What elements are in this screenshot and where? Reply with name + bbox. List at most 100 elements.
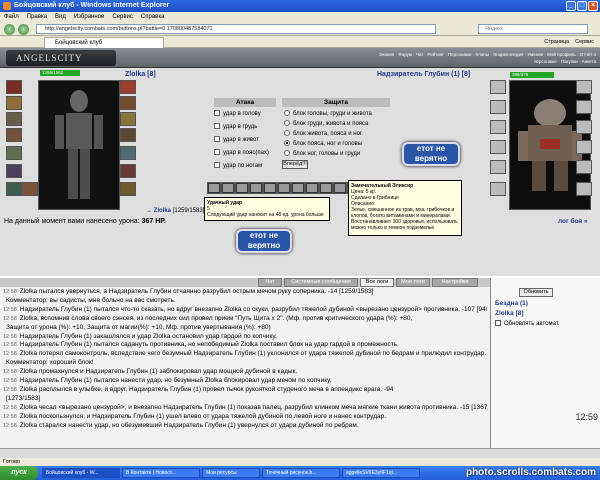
tab-system[interactable]: Системные сообщения (284, 278, 358, 287)
log-timestamp: 12:58 (3, 306, 17, 313)
chat-input-bar[interactable] (0, 448, 600, 458)
damage-summary: На данный момент вами нанесено урона: 36… (4, 218, 166, 225)
fight-link[interactable]: → Zlolka [1259/1583] (146, 208, 204, 214)
log-text: Zlolka пытался увернуться, а Надзиратель… (19, 288, 374, 295)
page-menu[interactable]: Страница (544, 37, 569, 47)
log-line: 12:58 Zlolka пытался увернуться, а Надзир… (3, 288, 487, 297)
slot-weapon[interactable] (6, 112, 22, 126)
tab-settings[interactable]: Настройки (432, 278, 478, 287)
menu-help[interactable]: Справка (141, 12, 165, 22)
tools-menu[interactable]: Сервис (575, 37, 594, 47)
refresh-button[interactable]: Обновить (519, 288, 553, 297)
left-player-name[interactable]: Zlolka [8] (125, 71, 156, 78)
slot-offhand[interactable] (120, 112, 136, 126)
tab-chat[interactable]: Чат (258, 278, 282, 287)
slot-cloak[interactable] (120, 182, 136, 196)
attack-belly[interactable]: удар в живот (214, 136, 259, 144)
slot-boots[interactable] (6, 182, 22, 196)
ability-icon-9[interactable] (320, 183, 332, 193)
slot-shield[interactable] (22, 182, 38, 196)
attack-head[interactable]: удар в голову (214, 110, 261, 118)
tab-my-logs[interactable]: Мои логи (396, 278, 430, 287)
right-slot-9[interactable] (576, 120, 592, 134)
location-player[interactable]: Zlolka [8] (495, 310, 524, 317)
defense-option-1[interactable]: блок головы, груди и живота (284, 110, 372, 118)
menu-view[interactable]: Вид (55, 12, 66, 22)
ability-icon-1[interactable] (208, 183, 220, 193)
auto-refresh[interactable]: Обновлять автомат. (495, 320, 560, 327)
right-slot-4[interactable] (490, 140, 506, 154)
menu-file[interactable]: Файл (4, 12, 19, 22)
ability-icon-4[interactable] (250, 183, 262, 193)
right-slot-3[interactable] (490, 120, 506, 134)
log-text: Zlolka потерял самоконтроль, вследствие … (19, 350, 487, 358)
minimize-button[interactable]: _ (566, 1, 576, 11)
slot-helmet[interactable] (6, 80, 22, 94)
attack-chest[interactable]: удар в грудь (214, 123, 257, 131)
watermark: photo.scrolls.combats.com (465, 467, 596, 478)
slot-legs[interactable] (120, 128, 136, 142)
attack-groin[interactable]: удар в пояс(пах) (214, 149, 269, 157)
right-slot-7[interactable] (576, 80, 592, 94)
log-line: 12:58 Надзиратель Глубин (1) пытался что-… (3, 306, 487, 315)
right-slot-12[interactable] (576, 182, 592, 196)
slot-amulet[interactable] (6, 96, 22, 110)
log-timestamp: 12:58 (3, 422, 17, 429)
right-slot-6[interactable] (490, 182, 506, 196)
game-nav[interactable]: Знания · Форум · Чат · Рейтинг · Персона… (376, 51, 596, 65)
log-link[interactable]: лог боя » (558, 218, 588, 225)
tooltip-lucky-strike: Удачный удар 5 Следующий удар наносит на… (204, 197, 330, 221)
right-slot-8[interactable] (576, 100, 592, 114)
taskbar-item-5[interactable]: aggelleSVIIE3yIIF1ql... (342, 468, 420, 478)
log-line: 12:58 Zlolka потерял самоконтроль, вследс… (3, 350, 487, 359)
taskbar-item-2[interactable]: В Контакте | Новост... (122, 468, 200, 478)
slot-bracer[interactable] (120, 96, 136, 110)
taskbar-item-4[interactable]: Точечный рисунок.b... (262, 468, 340, 478)
right-slot-1[interactable] (490, 80, 506, 94)
menu-edit[interactable]: Правка (27, 12, 47, 22)
ability-icon-3[interactable] (236, 183, 248, 193)
slot-necklace[interactable] (120, 164, 136, 178)
log-line: 12:58 Zlolka, вспомнив слова своего сэнсе… (3, 315, 487, 324)
right-slot-10[interactable] (576, 140, 592, 154)
taskbar-item-1[interactable]: Бойцовский клуб - W... (42, 468, 120, 478)
right-hp-bar: 389/375 (510, 72, 554, 78)
slot-gloves[interactable] (120, 80, 136, 94)
slot-armor[interactable] (6, 128, 22, 142)
ability-icon-6[interactable] (278, 183, 290, 193)
ability-icon-5[interactable] (264, 183, 276, 193)
search-input[interactable]: Яндекс (478, 24, 588, 34)
maximize-button[interactable]: □ (577, 1, 587, 11)
ability-icon-10[interactable] (334, 183, 346, 193)
ability-icon-2[interactable] (222, 183, 234, 193)
right-slot-2[interactable] (490, 100, 506, 114)
slot-earring[interactable] (120, 146, 136, 160)
defense-option-5[interactable]: блок ног, головы и груди (284, 150, 360, 158)
go-button[interactable]: Вперёд!!! (282, 160, 308, 169)
close-button[interactable]: × (588, 1, 598, 11)
auto-refresh-checkbox[interactable] (495, 320, 501, 326)
log-timestamp: 12:58 (3, 351, 17, 358)
url-field[interactable]: http://angelscity.combats.com/buttons.pl… (36, 24, 436, 34)
ability-icon-8[interactable] (306, 183, 318, 193)
defense-option-3[interactable]: блок живота, пояса и ног (284, 130, 362, 138)
menu-tools[interactable]: Сервис (112, 12, 133, 22)
right-slot-5[interactable] (490, 160, 506, 174)
right-slot-11[interactable] (576, 160, 592, 174)
start-button[interactable]: пуск (0, 466, 38, 480)
log-text: Zlolka, вспомнив слова своего сэнсея, из… (19, 314, 413, 322)
back-button[interactable]: ‹ (4, 24, 15, 35)
attack-legs[interactable]: удар по ногам (214, 162, 262, 170)
forward-button[interactable]: › (18, 24, 29, 35)
taskbar-item-3[interactable]: Мои ресурсы (202, 468, 260, 478)
right-player-name[interactable]: Надзиратель Глубин (1) [8] (377, 71, 470, 78)
ability-icon-7[interactable] (292, 183, 304, 193)
slot-ring[interactable] (6, 164, 22, 178)
menu-favorites[interactable]: Избранное (74, 12, 104, 22)
log-timestamp: 12:58 (3, 289, 17, 295)
defense-option-2[interactable]: блок груди, живота и пояса (284, 120, 368, 128)
slot-belt[interactable] (6, 146, 22, 160)
defense-option-4[interactable]: блок пояса, ног и головы (284, 140, 362, 148)
browser-tab[interactable]: Бойцовский клуб (44, 37, 164, 48)
tab-all-logs[interactable]: Все логи (360, 278, 394, 287)
